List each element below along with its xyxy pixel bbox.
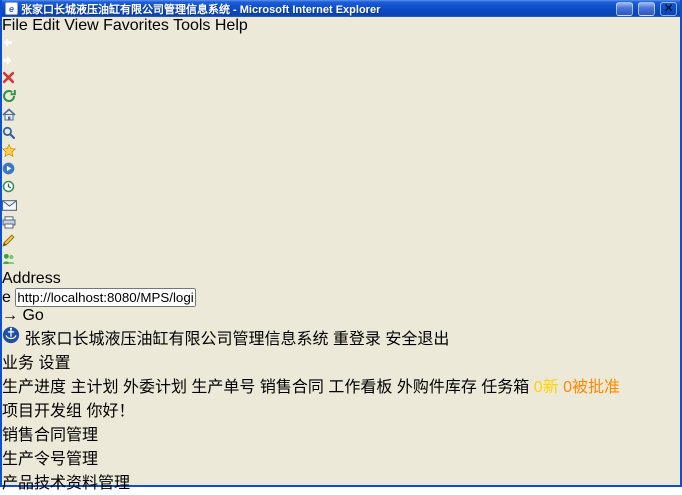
tree-root[interactable]: 项目开发组 你好！	[2, 397, 680, 421]
nav-purchased-stock[interactable]: 外购件库存	[397, 379, 477, 396]
history-button[interactable]	[2, 180, 680, 198]
edit-pencil-icon	[2, 234, 15, 251]
close-button[interactable]: ×	[660, 2, 677, 16]
search-icon	[2, 126, 15, 143]
nav-production-progress[interactable]: 生产进度	[2, 379, 66, 396]
sidebar-item-product-tech-doc[interactable]: 产品技术资料管理	[2, 469, 680, 493]
nav-sales-contract[interactable]: 销售合同	[260, 379, 324, 396]
stop-button[interactable]	[2, 71, 680, 89]
tree-root-label: 项目开发组 你好！	[2, 403, 134, 420]
relogin-label: 重登录	[333, 331, 381, 348]
go-arrow-icon: →	[2, 307, 18, 324]
badge-approved[interactable]: 0被批准	[563, 379, 620, 396]
favorites-button[interactable]	[2, 144, 680, 162]
messenger-button[interactable]	[2, 252, 680, 270]
ie-window: e 张家口长城液压油缸有限公司管理信息系统 - Microsoft Intern…	[0, 0, 682, 487]
badge-new[interactable]: 0新	[534, 379, 559, 396]
sidebar-tree: 项目开发组 你好！ 销售合同管理 生产令号管理 产品技术资料管理 主生产计划管理…	[2, 397, 680, 495]
history-icon	[2, 180, 15, 197]
mail-icon	[2, 198, 17, 215]
search-button[interactable]	[2, 126, 680, 144]
nav-production-order[interactable]: 生产单号	[191, 379, 255, 396]
home-icon	[2, 108, 16, 125]
sidebar-item-production-no[interactable]: 生产令号管理	[2, 445, 680, 469]
company-logo-icon	[2, 331, 20, 348]
main-nav: 生产进度 主计划 外委计划 生产单号 销售合同 工作看板 外购件库存 任务箱 0…	[2, 373, 680, 397]
mail-button[interactable]	[2, 198, 680, 216]
maximize-button[interactable]	[638, 2, 655, 16]
address-label: Address	[2, 270, 61, 287]
forward-button[interactable]	[2, 53, 680, 71]
window-title: 张家口长城液压油缸有限公司管理信息系统 - Microsoft Internet…	[21, 1, 611, 17]
menu-help[interactable]: Help	[215, 17, 248, 34]
nav-outsource-plan[interactable]: 外委计划	[123, 379, 187, 396]
app-header: 张家口长城液压油缸有限公司管理信息系统 重登录 安全退出	[2, 325, 680, 349]
go-label: Go	[22, 307, 43, 324]
print-icon	[2, 216, 16, 233]
side-tabs: 业务 设置	[2, 349, 680, 373]
desktop: e 张家口长城液压油缸有限公司管理信息系统 - Microsoft Intern…	[0, 0, 682, 495]
tab-settings[interactable]: 设置	[38, 355, 70, 372]
app-title: 张家口长城液压油缸有限公司管理信息系统	[24, 331, 328, 348]
refresh-icon	[2, 90, 16, 107]
back-icon	[2, 35, 13, 52]
nav-row: 业务 设置 生产进度 主计划 外委计划 生产单号 销售合同 工作看板 外购件库存…	[2, 349, 680, 397]
back-button[interactable]	[2, 35, 680, 53]
address-bar: Address e → Go	[2, 270, 680, 325]
window-titlebar[interactable]: e 张家口长城液压油缸有限公司管理信息系统 - Microsoft Intern…	[2, 0, 680, 17]
safe-exit-button[interactable]: 安全退出	[385, 331, 449, 348]
tab-business[interactable]: 业务	[2, 355, 34, 372]
address-input[interactable]	[15, 288, 196, 307]
print-button[interactable]	[2, 216, 680, 234]
home-button[interactable]	[2, 108, 680, 126]
page-icon: e	[2, 289, 11, 306]
refresh-button[interactable]	[2, 89, 680, 108]
app-body: 项目开发组 你好！ 销售合同管理 生产令号管理 产品技术资料管理 主生产计划管理…	[2, 397, 680, 495]
menu-tools[interactable]: Tools	[173, 17, 210, 34]
menu-edit[interactable]: Edit	[32, 17, 60, 34]
exit-label: 安全退出	[385, 331, 449, 348]
go-button[interactable]: → Go	[2, 307, 680, 325]
menu-view[interactable]: View	[64, 17, 98, 34]
minimize-button[interactable]	[616, 2, 633, 16]
ie-toolbar	[2, 35, 680, 270]
address-field[interactable]: e	[2, 288, 680, 307]
nav-master-plan[interactable]: 主计划	[70, 379, 118, 396]
media-icon	[2, 162, 15, 179]
nav-task-box[interactable]: 任务箱	[481, 379, 529, 396]
menu-bar: File Edit View Favorites Tools Help	[2, 17, 680, 35]
favorites-star-icon	[2, 144, 16, 161]
menu-file[interactable]: File	[2, 17, 28, 34]
messenger-icon	[2, 252, 15, 269]
tree-branch: 销售合同管理 生产令号管理 产品技术资料管理 主生产计划管理 外委计划管理 外协…	[2, 421, 680, 495]
edit-button[interactable]	[2, 234, 680, 252]
sidebar-item-sales-contract[interactable]: 销售合同管理	[2, 421, 680, 445]
forward-icon	[2, 53, 13, 70]
relogin-button[interactable]: 重登录	[333, 331, 385, 348]
menu-favorites[interactable]: Favorites	[103, 17, 169, 34]
nav-work-board[interactable]: 工作看板	[328, 379, 392, 396]
media-button[interactable]	[2, 162, 680, 180]
ie-document-icon: e	[5, 2, 18, 15]
stop-icon	[2, 71, 15, 88]
